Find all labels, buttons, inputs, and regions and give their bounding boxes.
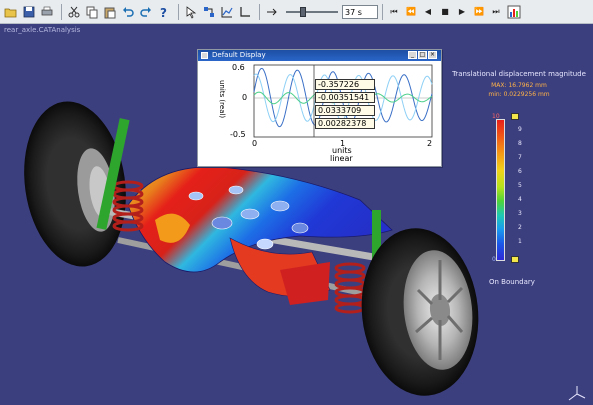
x-axis-scale: linear (330, 154, 353, 163)
on-boundary-label: On Boundary (489, 278, 535, 286)
y-tick-bottom: -0.5 (230, 130, 246, 139)
readout-4: 0.00282378 (315, 118, 375, 129)
default-display-window[interactable]: Default Display _ □ × -0.357226 -0.00351… (197, 49, 442, 167)
toolbar-separator (61, 3, 62, 20)
arrow-right-icon[interactable] (264, 4, 280, 20)
legend-number-1: 1 (518, 238, 522, 245)
step-forward-icon[interactable]: ⏩ (472, 5, 486, 19)
x-tick-2: 2 (427, 139, 433, 148)
slider-thumb[interactable] (300, 6, 306, 17)
color-scale-bar (496, 119, 505, 261)
readout-3: 0.0333709 (315, 105, 375, 116)
axis-icon[interactable] (237, 4, 253, 20)
viewport-title: rear_axle.CATAnalysis (4, 26, 81, 34)
readout-1: -0.357226 (315, 79, 375, 90)
step-field[interactable]: 37 s (342, 4, 378, 19)
legend-min: min: 0.0229256 mm (488, 91, 550, 98)
legend-number-6: 6 (518, 168, 522, 175)
fast-forward-icon[interactable]: ⏭ (489, 5, 503, 19)
print-icon[interactable] (39, 4, 55, 20)
select-icon[interactable] (183, 4, 199, 20)
legend-bottom-marker (511, 256, 519, 263)
legend-number-2: 2 (518, 224, 522, 231)
stop-icon[interactable]: ■ (438, 5, 452, 19)
legend-number-5: 5 (518, 182, 522, 189)
paste-icon[interactable] (102, 4, 118, 20)
graph-icon[interactable] (219, 4, 235, 20)
legend-number-8: 8 (518, 140, 522, 147)
legend-bottom-label: 0 (492, 256, 496, 263)
open-icon[interactable] (3, 4, 19, 20)
legend-title: Translational displacement magnitude (452, 70, 586, 78)
right-spring (334, 262, 366, 314)
toolbar-separator (259, 3, 260, 20)
fea-beam[interactable] (127, 166, 393, 297)
chart-icon[interactable] (506, 4, 522, 20)
left-spring (112, 180, 144, 232)
minimize-button[interactable]: _ (408, 51, 417, 59)
window-icon (201, 52, 208, 59)
save-icon[interactable] (21, 4, 37, 20)
x-tick-0: 0 (252, 139, 258, 148)
step-back-icon[interactable]: ⏪ (404, 5, 418, 19)
legend-number-7: 7 (518, 154, 522, 161)
legend-number-3: 3 (518, 210, 522, 217)
play-back-icon[interactable]: ◀ (421, 5, 435, 19)
legend-top-marker (511, 113, 519, 120)
graph-title: Default Display (212, 51, 266, 59)
analysis-icon[interactable] (201, 4, 217, 20)
toolbar-separator (178, 3, 179, 20)
graph-titlebar[interactable]: Default Display _ □ × (198, 50, 441, 61)
legend-number-4: 4 (518, 196, 522, 203)
legend-max: MAX: 16.7962 mm (491, 82, 547, 89)
maximize-button[interactable]: □ (418, 51, 427, 59)
help-icon[interactable]: ? (156, 4, 172, 20)
axis-compass-icon[interactable] (565, 384, 589, 404)
toolbar-separator (382, 3, 383, 20)
legend-number-9: 9 (518, 126, 522, 133)
y-tick-top: 0.6 (232, 63, 245, 72)
undo-icon[interactable] (120, 4, 136, 20)
redo-icon[interactable] (138, 4, 154, 20)
3d-viewport[interactable]: rear_axle.CATAnalysis Default Display _ … (0, 24, 593, 405)
toolbar: ? 37 s ⏮ ⏪ ◀ ■ ▶ ⏩ ⏭ (0, 0, 593, 24)
play-icon[interactable]: ▶ (455, 5, 469, 19)
svg-text:?: ? (160, 6, 167, 19)
close-button[interactable]: × (428, 51, 437, 59)
cut-icon[interactable] (66, 4, 82, 20)
readout-2: -0.00351541 (315, 92, 375, 103)
rewind-icon[interactable]: ⏮ (387, 5, 401, 19)
copy-icon[interactable] (84, 4, 100, 20)
animation-slider[interactable] (286, 4, 338, 20)
y-tick-mid: 0 (242, 93, 248, 102)
slider-track (286, 10, 338, 13)
y-axis-label: units (real) (218, 80, 226, 119)
